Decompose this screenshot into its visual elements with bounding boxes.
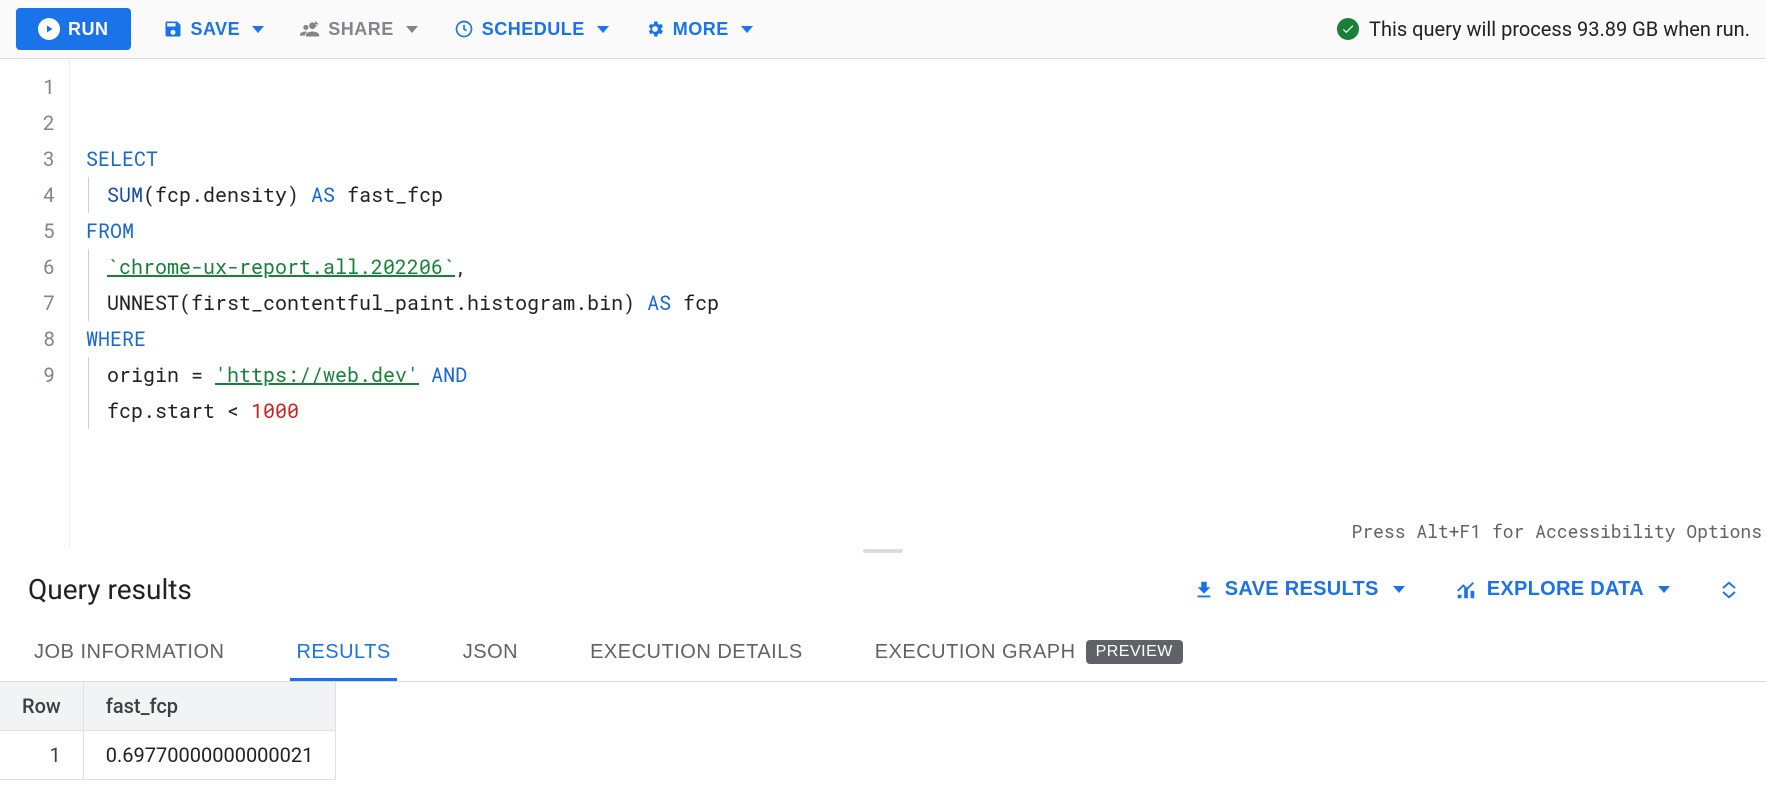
column-header-fast-fcp: fast_fcp <box>83 682 336 731</box>
save-label: SAVE <box>191 19 241 40</box>
share-button[interactable]: SHARE <box>296 13 422 46</box>
more-label: MORE <box>673 19 729 40</box>
chevron-down-icon <box>741 26 753 33</box>
code-line[interactable]: SUM(fcp.density) AS fast_fcp <box>86 177 1766 213</box>
line-number: 7 <box>0 285 55 321</box>
results-tabs: JOB INFORMATION RESULTS JSON EXECUTION D… <box>0 616 1766 682</box>
results-header: Query results SAVE RESULTS EXPLORE DATA <box>0 555 1766 616</box>
tab-job-information[interactable]: JOB INFORMATION <box>28 627 230 681</box>
editor-code[interactable]: SELECTSUM(fcp.density) AS fast_fcpFROM`c… <box>70 59 1766 547</box>
explore-data-label: EXPLORE DATA <box>1487 578 1644 601</box>
chart-icon <box>1455 579 1477 601</box>
line-number: 9 <box>0 357 55 393</box>
tab-results[interactable]: RESULTS <box>290 627 396 681</box>
expand-collapse-toggle[interactable] <box>1720 580 1738 600</box>
tab-execution-graph[interactable]: EXECUTION GRAPH PREVIEW <box>869 626 1189 681</box>
check-icon <box>1337 18 1359 40</box>
chevron-down-icon <box>252 26 264 33</box>
column-header-row: Row <box>0 682 83 731</box>
save-icon <box>163 19 183 39</box>
tab-execution-details[interactable]: EXECUTION DETAILS <box>584 627 809 681</box>
line-number: 6 <box>0 249 55 285</box>
status-message: This query will process 93.89 GB when ru… <box>1369 17 1750 41</box>
cell-fast-fcp: 0.69770000000000021 <box>83 731 336 780</box>
share-icon <box>300 19 320 39</box>
code-line[interactable]: WHERE <box>86 321 1766 357</box>
code-line[interactable]: UNNEST(first_contentful_paint.histogram.… <box>86 285 1766 321</box>
code-line[interactable]: `chrome-ux-report.all.202206`, <box>86 249 1766 285</box>
line-number: 3 <box>0 141 55 177</box>
table-row: 1 0.69770000000000021 <box>0 731 336 780</box>
tab-json[interactable]: JSON <box>457 627 524 681</box>
explore-data-button[interactable]: EXPLORE DATA <box>1455 578 1670 601</box>
schedule-label: SCHEDULE <box>482 19 585 40</box>
chevron-down-icon <box>597 26 609 33</box>
more-button[interactable]: MORE <box>641 13 757 46</box>
code-line[interactable]: FROM <box>86 213 1766 249</box>
results-table: Row fast_fcp 1 0.69770000000000021 <box>0 682 336 780</box>
download-icon <box>1193 579 1215 601</box>
gear-icon <box>645 19 665 39</box>
save-results-label: SAVE RESULTS <box>1225 578 1379 601</box>
line-number: 4 <box>0 177 55 213</box>
chevron-up-icon <box>1720 580 1738 590</box>
line-number: 2 <box>0 105 55 141</box>
code-line[interactable] <box>86 429 1766 465</box>
chevron-down-icon <box>406 26 418 33</box>
chevron-down-icon <box>1393 586 1405 593</box>
results-title: Query results <box>28 573 192 606</box>
code-line[interactable]: SELECT <box>86 141 1766 177</box>
share-label: SHARE <box>328 19 394 40</box>
cell-row-number: 1 <box>0 731 83 780</box>
query-status: This query will process 93.89 GB when ru… <box>1337 17 1750 41</box>
line-number: 8 <box>0 321 55 357</box>
save-button[interactable]: SAVE <box>159 13 269 46</box>
chevron-down-icon <box>1658 586 1670 593</box>
code-line[interactable]: fcp.start < 1000 <box>86 393 1766 429</box>
line-number: 5 <box>0 213 55 249</box>
sql-editor[interactable]: 123456789 SELECTSUM(fcp.density) AS fast… <box>0 59 1766 547</box>
tab-execution-graph-label: EXECUTION GRAPH <box>875 641 1076 664</box>
code-line[interactable]: origin = 'https://web.dev' AND <box>86 357 1766 393</box>
clock-icon <box>454 19 474 39</box>
play-icon <box>38 18 60 40</box>
save-results-button[interactable]: SAVE RESULTS <box>1193 578 1405 601</box>
schedule-button[interactable]: SCHEDULE <box>450 13 613 46</box>
chevron-down-icon <box>1720 590 1738 600</box>
run-button[interactable]: RUN <box>16 8 131 50</box>
editor-gutter: 123456789 <box>0 59 70 547</box>
results-actions: SAVE RESULTS EXPLORE DATA <box>1193 578 1738 601</box>
run-label: RUN <box>68 19 109 40</box>
preview-badge: PREVIEW <box>1086 640 1183 664</box>
accessibility-hint: Press Alt+F1 for Accessibility Options <box>1352 513 1762 549</box>
query-toolbar: RUN SAVE SHARE SCHEDULE MORE This query … <box>0 0 1766 59</box>
line-number: 1 <box>0 69 55 105</box>
